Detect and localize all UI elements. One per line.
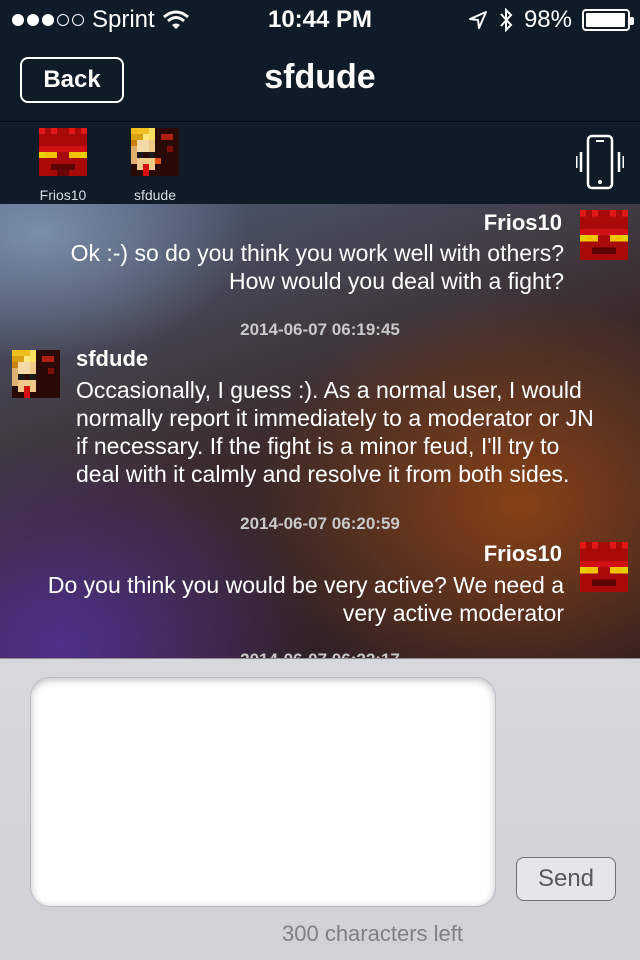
frios10-avatar <box>39 128 87 176</box>
message-sender: Frios10 <box>483 541 562 566</box>
message-line: if necessary. If the fight is a minor fe… <box>76 433 560 459</box>
participant-frios10[interactable]: Frios10 <box>28 128 98 203</box>
message-line: Do you think you would be very active? W… <box>47 572 564 598</box>
participant-sfdude[interactable]: sfdude <box>120 128 190 203</box>
sfdude-avatar <box>131 128 179 176</box>
message-timestamp: 2014-06-07 06:19:45 <box>240 320 400 339</box>
battery-level <box>586 13 626 27</box>
message-line: How would you deal with a fight? <box>229 268 564 294</box>
message-text-frios10: Ok :-) so do you think you work well wit… <box>71 239 564 295</box>
battery-percent: 98% <box>523 6 572 33</box>
message-line: normally report it immediately to a mode… <box>76 405 594 431</box>
navigation-bar: Back sfdude <box>0 40 640 122</box>
participant-name: Frios10 <box>39 187 87 203</box>
participant-name: sfdude <box>133 187 177 203</box>
characters-left-counter: 300 characters left <box>282 921 463 946</box>
message-line: Ok :-) so do you think you work well wit… <box>70 240 564 266</box>
frios10-avatar <box>580 542 628 592</box>
send-button[interactable]: Send <box>516 857 616 901</box>
status-right: 98% <box>468 6 634 34</box>
frios10-avatar <box>580 210 628 260</box>
message-timestamp: 2014-06-07 06:20:59 <box>240 514 400 533</box>
battery-icon <box>582 9 634 31</box>
message-line: Occasionally, I guess :). As a normal us… <box>76 377 582 403</box>
message-text-sfdude: Occasionally, I guess :). As a normal us… <box>76 376 594 488</box>
location-arrow-icon <box>468 11 487 29</box>
message-timestamp: 2014-06-07 06:22:17 <box>0 650 640 658</box>
phone-vibrate-icon[interactable] <box>576 132 624 192</box>
sfdude-avatar <box>12 350 60 398</box>
status-bar: Sprint 10:44 PM 98% <box>0 0 640 40</box>
message-line: deal with it calmly and resolve it from … <box>76 461 570 487</box>
chat-transcript[interactable]: Frios10 Ok :-) so do you think you work … <box>0 204 640 658</box>
participants-bar: Frios10 sfdude <box>0 122 640 204</box>
message-line: very active moderator <box>342 600 564 626</box>
message-text-frios10: Do you think you would be very active? W… <box>48 571 564 627</box>
message-input[interactable] <box>30 677 496 907</box>
page-title: sfdude <box>264 58 376 96</box>
battery-nub <box>630 17 634 25</box>
composer-bar: Send 300 characters left <box>0 658 640 960</box>
message-sender: sfdude <box>76 346 149 371</box>
bluetooth-icon <box>500 8 513 32</box>
message-sender: Frios10 <box>483 210 562 235</box>
